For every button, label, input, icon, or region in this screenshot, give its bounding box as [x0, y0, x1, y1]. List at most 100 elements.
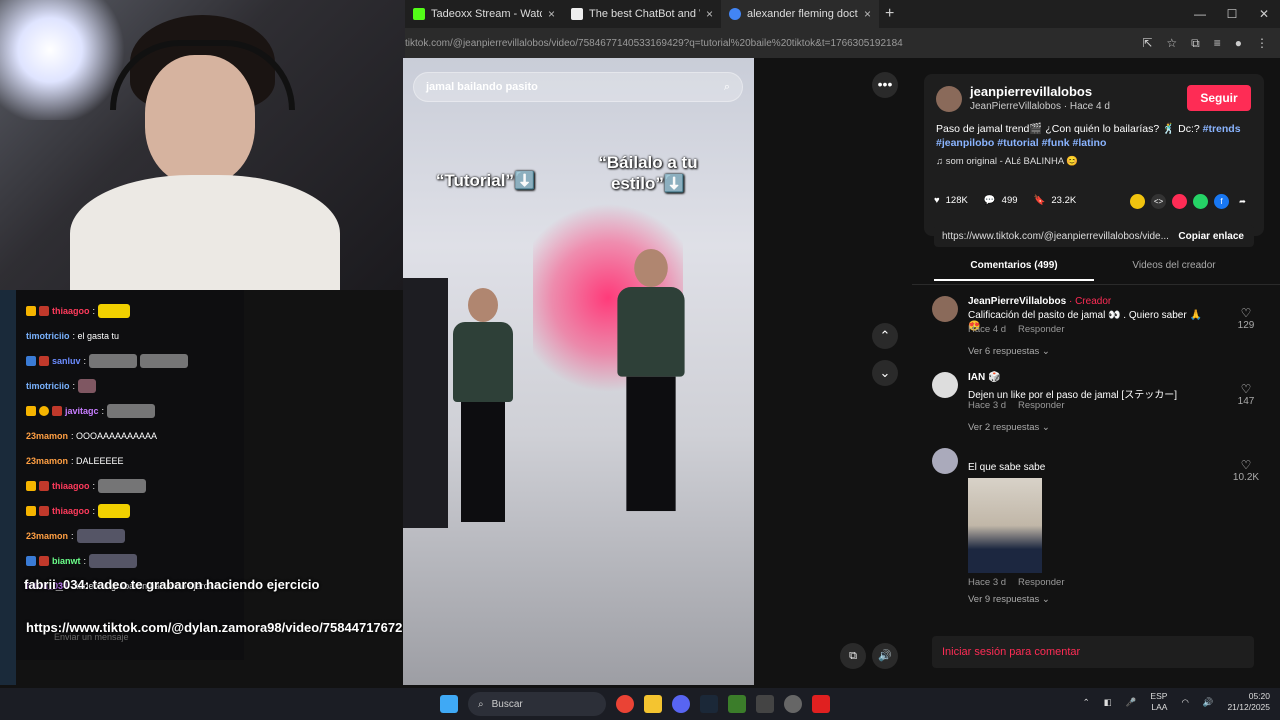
emote: [98, 478, 147, 493]
profile-icon[interactable]: ●: [1235, 36, 1242, 51]
volume-icon[interactable]: 🔊: [872, 643, 898, 669]
close-tab-icon[interactable]: ×: [548, 7, 555, 21]
comments-panel: jeanpierrevillalobos JeanPierreVillalobo…: [912, 58, 1280, 685]
follow-button[interactable]: Seguir: [1187, 85, 1251, 111]
heart-icon: ♡: [1240, 382, 1252, 396]
discord-icon[interactable]: [672, 695, 690, 713]
chevron-up-icon[interactable]: ⌃: [1083, 697, 1090, 708]
tray-icon[interactable]: ◧: [1104, 697, 1112, 708]
new-tab-button[interactable]: +: [885, 5, 894, 23]
folder-icon[interactable]: [644, 695, 662, 713]
browser-tabbar: Tadeoxx Stream - Watch Live o × The best…: [405, 0, 1280, 28]
taskbar-search[interactable]: ⌕ Buscar: [468, 692, 606, 716]
repost-icon[interactable]: [1130, 194, 1145, 209]
volume-icon[interactable]: 🔊: [1203, 697, 1214, 708]
save-button[interactable]: 🔖 23.2K: [1034, 195, 1077, 206]
like-button[interactable]: ♥ 128K: [934, 195, 968, 206]
bookmark-star-icon[interactable]: ☆: [1166, 36, 1177, 51]
media-icon[interactable]: ≡: [1214, 36, 1221, 51]
copy-link-row: https://www.tiktok.com/@jeanpierrevillal…: [934, 225, 1254, 247]
chevron-up-icon[interactable]: ⌃: [872, 323, 898, 349]
tab-title: alexander fleming doctor - Bus: [747, 8, 858, 20]
post-link[interactable]: https://www.tiktok.com/@jeanpierrevillal…: [934, 231, 1168, 242]
avatar[interactable]: [932, 372, 958, 398]
copy-link-button[interactable]: Copiar enlace: [1168, 231, 1254, 242]
browser-tab-chatbot[interactable]: The best ChatBot and Widgets ×: [563, 0, 721, 28]
send-icon[interactable]: [1172, 194, 1187, 209]
video-caption-right: “Báilalo a tu estilo”⬇️: [598, 153, 698, 193]
app-icon[interactable]: [784, 695, 802, 713]
heart-icon: ♡: [1240, 306, 1252, 320]
video-search-bar[interactable]: jamal bailando pasito ⌕: [413, 72, 743, 102]
doorway: [403, 278, 448, 528]
minecraft-icon[interactable]: [728, 695, 746, 713]
comment-like[interactable]: ♡ 10.2K: [1232, 458, 1260, 483]
mic-icon[interactable]: 🎤: [1126, 697, 1137, 708]
close-tab-icon[interactable]: ×: [864, 7, 871, 21]
emote: [98, 503, 131, 518]
comment-like[interactable]: ♡ 147: [1232, 382, 1260, 407]
sound-link[interactable]: ♫ som original - ALɛ́ BALINHA 😊: [936, 156, 1078, 167]
menu-icon[interactable]: ⋮: [1256, 36, 1268, 51]
avatar[interactable]: [932, 448, 958, 474]
reply-button[interactable]: Responder: [1018, 324, 1064, 335]
comment-meta: Hace 4 d Responder: [968, 324, 1065, 335]
search-icon[interactable]: ⌕: [724, 81, 730, 94]
wifi-icon[interactable]: ◠: [1181, 697, 1188, 708]
post-stats: ♥ 128K 💬 499 🔖 23.2K: [934, 195, 1076, 206]
chevron-down-icon[interactable]: ⌄: [872, 360, 898, 386]
store-icon[interactable]: [756, 695, 774, 713]
steam-icon[interactable]: [700, 695, 718, 713]
comment-button[interactable]: 💬 499: [984, 195, 1018, 206]
emote: [98, 303, 131, 318]
url-field[interactable]: tiktok.com/@jeanpierrevillalobos/video/7…: [405, 38, 1142, 49]
video-search-query[interactable]: jamal bailando pasito: [426, 81, 724, 93]
extensions-icon[interactable]: ⧉: [1191, 36, 1200, 51]
windows-icon[interactable]: [440, 695, 458, 713]
close-tab-icon[interactable]: ×: [706, 7, 713, 21]
language-indicator[interactable]: ESP LAA: [1150, 691, 1167, 713]
tab-comments[interactable]: Comentarios (499): [934, 254, 1094, 281]
comment-like[interactable]: ♡ 129: [1232, 306, 1260, 331]
panel-tabs: Comentarios (499) Videos del creador: [934, 254, 1254, 281]
search-icon: ⌕: [478, 698, 484, 710]
webcam-overlay: [0, 0, 405, 290]
more-icon[interactable]: •••: [872, 72, 898, 98]
close-window-button[interactable]: ✕: [1248, 0, 1280, 28]
google-icon: [729, 8, 741, 20]
view-replies[interactable]: Ver 9 respuestas ⌄: [968, 594, 1050, 605]
chat-message: thiaagoo:: [26, 298, 234, 323]
tab-creator-videos[interactable]: Videos del creador: [1094, 254, 1254, 281]
comment-author[interactable]: JeanPierreVillalobos · Creador: [968, 296, 1111, 307]
kick-icon: [413, 8, 425, 20]
embed-icon[interactable]: <>: [1151, 194, 1166, 209]
comment-sticker-image[interactable]: [968, 478, 1042, 573]
chat-message: 23mamon:: [26, 523, 234, 548]
maximize-button[interactable]: ☐: [1216, 0, 1248, 28]
facebook-icon[interactable]: f: [1214, 194, 1229, 209]
emote: [89, 553, 138, 568]
reply-button[interactable]: Responder: [1018, 400, 1064, 411]
view-replies[interactable]: Ver 6 respuestas ⌄: [968, 346, 1050, 357]
clock[interactable]: 05:20 21/12/2025: [1227, 691, 1270, 713]
minimize-button[interactable]: —: [1184, 0, 1216, 28]
video-player[interactable]: jamal bailando pasito ⌕ “Tutorial”⬇️ “Bá…: [403, 58, 754, 685]
comment-author[interactable]: IAN 🎲: [968, 372, 1000, 383]
browser-tab-kick[interactable]: Tadeoxx Stream - Watch Live o ×: [405, 0, 563, 28]
chrome-icon[interactable]: [616, 695, 634, 713]
avatar[interactable]: [936, 86, 962, 112]
browser-tab-search[interactable]: alexander fleming doctor - Bus ×: [721, 0, 879, 28]
author-username[interactable]: jeanpierrevillalobos: [970, 84, 1092, 99]
install-icon[interactable]: ⇱: [1142, 36, 1152, 51]
pip-icon[interactable]: ⧉: [840, 643, 866, 669]
author-meta: JeanPierreVillalobos · Hace 4 d: [970, 101, 1110, 112]
avatar[interactable]: [932, 296, 958, 322]
chat-message: timotriciio: el gasta tu: [26, 330, 120, 341]
login-to-comment[interactable]: Iniciar sesión para comentar: [932, 636, 1254, 668]
recording-icon[interactable]: [812, 695, 830, 713]
comment-icon: 💬: [983, 195, 996, 206]
reply-button[interactable]: Responder: [1018, 577, 1064, 588]
share-icon[interactable]: ➦: [1235, 194, 1250, 209]
whatsapp-icon[interactable]: [1193, 194, 1208, 209]
view-replies[interactable]: Ver 2 respuestas ⌄: [968, 422, 1050, 433]
